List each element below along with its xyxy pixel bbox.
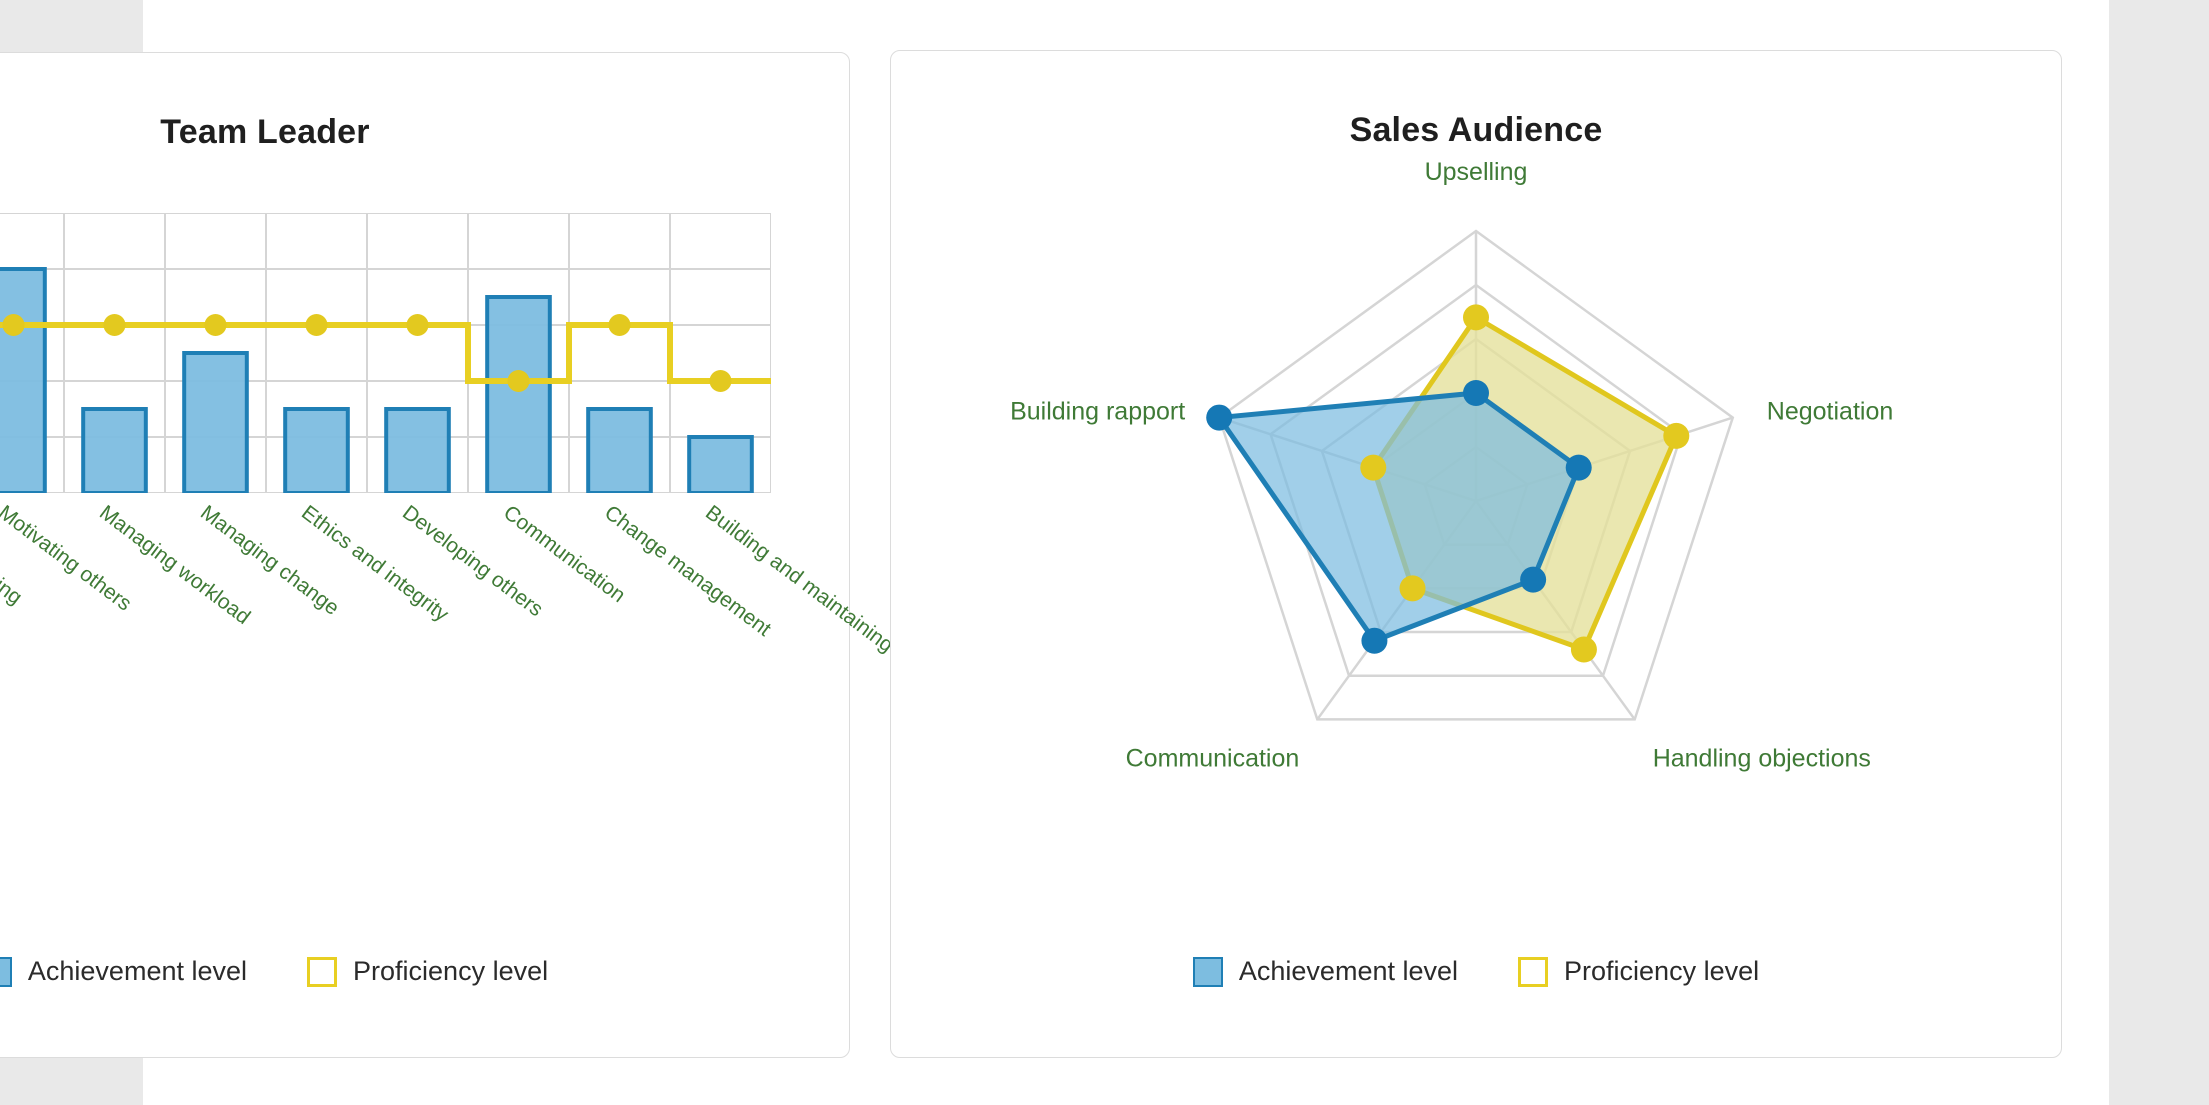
proficiency-point-markers — [2, 314, 732, 392]
radar-axis-label: Handling objections — [1652, 744, 1871, 773]
achievement-marker — [1206, 404, 1233, 431]
bar — [687, 435, 754, 493]
proficiency-marker — [1570, 636, 1597, 663]
bar — [384, 407, 451, 493]
proficiency-marker — [709, 370, 732, 392]
achievement-swatch-icon — [0, 956, 12, 987]
proficiency-marker — [406, 314, 429, 336]
legend-label-proficiency: Proficiency level — [1564, 956, 1760, 986]
proficiency-marker — [103, 314, 126, 336]
proficiency-marker — [507, 370, 530, 392]
radar-axis-label: Negotiation — [1766, 397, 1894, 426]
team-leader-x-axis-labels: StrategyProblem solvingMotivating others… — [0, 493, 996, 853]
team-leader-legend: Achievement level Proficiency level — [0, 956, 849, 987]
radar-axis-label: Building rapport — [1010, 397, 1186, 426]
achievement-swatch-icon — [1192, 956, 1223, 987]
achievement-marker — [1463, 380, 1489, 406]
bar — [182, 351, 249, 493]
proficiency-marker — [1360, 454, 1387, 481]
proficiency-marker — [1663, 422, 1690, 449]
proficiency-marker — [1463, 304, 1489, 331]
bar — [485, 295, 552, 493]
legend-item-proficiency: Proficiency level — [1518, 956, 1759, 987]
legend-item-proficiency: Proficiency level — [307, 956, 548, 987]
achievement-marker — [1565, 454, 1592, 481]
team-leader-bar-chart — [0, 213, 771, 493]
achievement-marker — [1361, 627, 1388, 654]
proficiency-marker — [1399, 575, 1426, 602]
team-leader-title: Team Leader — [160, 113, 370, 151]
card-team-leader: Team Leader StrategyProblem solvingMotiv… — [0, 52, 996, 1058]
bar — [0, 267, 47, 493]
sales-audience-radar-chart: Upselling Negotiation Handling objections C… — [921, 158, 2031, 851]
proficiency-swatch-icon — [1518, 956, 1549, 987]
sales-audience-legend: Achievement level Proficiency level — [891, 956, 2061, 987]
proficiency-marker — [2, 314, 25, 336]
achievement-marker — [1520, 566, 1547, 593]
x-axis-tick-label: Change management — [599, 501, 775, 641]
card-sales-audience: Sales Audience Upselling Negotiation Handl… — [890, 50, 2062, 1058]
sales-audience-title: Sales Audience — [1349, 111, 1603, 149]
team-leader-bar-svg — [0, 213, 771, 493]
bar — [586, 407, 653, 493]
legend-label-achievement: Achievement level — [27, 956, 248, 986]
radar-axis-label: Communication — [1125, 744, 1300, 773]
proficiency-swatch-icon — [307, 956, 338, 987]
legend-label-achievement: Achievement level — [1238, 956, 1459, 986]
legend-label-proficiency: Proficiency level — [353, 956, 549, 986]
bar — [81, 407, 148, 493]
proficiency-marker — [204, 314, 227, 336]
proficiency-marker — [608, 314, 631, 336]
legend-item-achievement: Achievement level — [1192, 956, 1459, 987]
bar — [283, 407, 350, 493]
legend-item-achievement: Achievement level — [0, 956, 247, 987]
proficiency-step-line — [0, 322, 771, 384]
proficiency-marker — [305, 314, 328, 336]
radar-axis-label: Upselling — [1424, 158, 1528, 186]
